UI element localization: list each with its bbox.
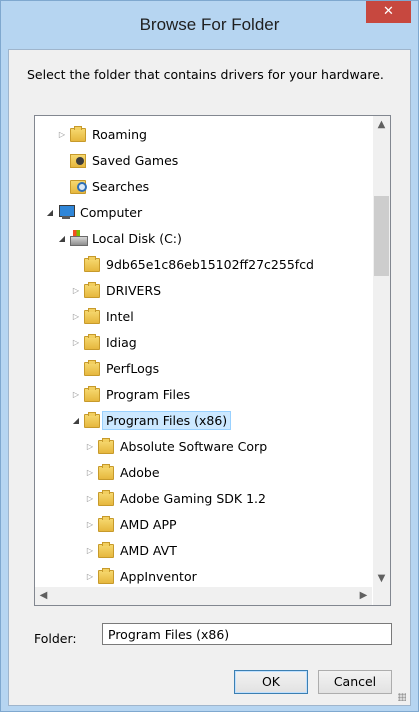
folder-icon	[97, 568, 115, 584]
cancel-button[interactable]: Cancel	[318, 670, 392, 694]
collapse-arrow-icon[interactable]: ◢	[71, 415, 81, 425]
expand-arrow-icon[interactable]: ▷	[85, 519, 95, 529]
tree-item-label: Adobe Gaming SDK 1.2	[120, 490, 266, 506]
tree-item-label: Roaming	[92, 126, 147, 142]
tree-item-label: Program Files	[106, 386, 191, 402]
tree-item-label: Local Disk (C:)	[92, 230, 182, 246]
tree-item-roaming[interactable]: ▷ Roaming	[57, 123, 147, 145]
tree-item-appinventor[interactable]: ▷ AppInventor	[85, 565, 197, 587]
expand-arrow-icon[interactable]: ▷	[71, 337, 81, 347]
expand-arrow-icon[interactable]: ▷	[85, 441, 95, 451]
tree-item-idiag[interactable]: ▷ Idiag	[71, 331, 137, 353]
ok-button[interactable]: OK	[234, 670, 308, 694]
collapse-arrow-icon[interactable]: ◢	[45, 207, 55, 217]
folder-icon	[97, 438, 115, 454]
tree-item-saved-games[interactable]: Saved Games	[69, 149, 178, 171]
tree-item-absolute-software-corp[interactable]: ▷ Absolute Software Corp	[85, 435, 267, 457]
folder-icon	[97, 542, 115, 558]
folder-icon	[83, 256, 101, 272]
tree-item-adobe[interactable]: ▷ Adobe	[85, 461, 160, 483]
tree-item-adobe-gaming-sdk[interactable]: ▷ Adobe Gaming SDK 1.2	[85, 487, 266, 509]
vertical-scrollbar[interactable]: ▲ ▼	[373, 116, 390, 587]
tree-items: ▷ Roaming Saved Games Searches ◢ Compute…	[35, 116, 372, 587]
expand-arrow-icon[interactable]: ▷	[85, 493, 95, 503]
tree-item-label: Searches	[92, 178, 150, 194]
folder-icon	[83, 412, 101, 428]
folder-icon	[83, 308, 101, 324]
folder-icon	[69, 126, 87, 142]
browse-for-folder-dialog: Browse For Folder ✕ Select the folder th…	[0, 0, 419, 712]
dialog-title: Browse For Folder	[139, 15, 280, 34]
folder-icon	[83, 360, 101, 376]
folder-icon	[97, 464, 115, 480]
tree-item-label: PerfLogs	[106, 360, 160, 376]
tree-item-label: Intel	[106, 308, 134, 324]
disk-icon	[69, 230, 88, 246]
horizontal-scrollbar[interactable]: ◀ ▶	[35, 587, 372, 605]
tree-item-label: DRIVERS	[106, 282, 162, 298]
tree-item-amd-app[interactable]: ▷ AMD APP	[85, 513, 177, 535]
folder-tree[interactable]: ▷ Roaming Saved Games Searches ◢ Compute…	[34, 115, 391, 606]
scroll-right-arrow-icon[interactable]: ▶	[355, 587, 372, 605]
folder-icon	[83, 386, 101, 402]
tree-item-label: Computer	[80, 204, 143, 220]
tree-item-label: 9db65e1c86eb15102ff27c255fcd	[106, 256, 314, 272]
tree-item-computer[interactable]: ◢ Computer	[45, 201, 142, 223]
tree-item-program-files-x86[interactable]: ◢ Program Files (x86)	[71, 409, 232, 431]
title-bar[interactable]: Browse For Folder ✕	[1, 1, 418, 49]
expand-arrow-icon[interactable]: ▷	[57, 129, 67, 139]
scrollbar-corner	[373, 587, 390, 605]
folder-icon	[83, 282, 101, 298]
scroll-up-arrow-icon[interactable]: ▲	[373, 116, 390, 133]
tree-item-label: Idiag	[106, 334, 137, 350]
expand-arrow-icon[interactable]: ▷	[85, 545, 95, 555]
tree-item-label: Saved Games	[92, 152, 179, 168]
tree-item-label: AppInventor	[120, 568, 197, 584]
tree-item-intel[interactable]: ▷ Intel	[71, 305, 134, 327]
tree-item-local-disk[interactable]: ◢ Local Disk (C:)	[57, 227, 182, 249]
expand-arrow-icon[interactable]: ▷	[71, 389, 81, 399]
expand-arrow-icon[interactable]: ▷	[85, 571, 95, 581]
expand-arrow-icon[interactable]: ▷	[71, 311, 81, 321]
folder-icon	[97, 516, 115, 532]
scroll-down-arrow-icon[interactable]: ▼	[373, 570, 390, 587]
tree-item-drivers[interactable]: ▷ DRIVERS	[71, 279, 161, 301]
tree-item-label: Program Files (x86)	[102, 410, 232, 430]
expand-arrow-icon[interactable]: ▷	[85, 467, 95, 477]
folder-icon	[97, 490, 115, 506]
tree-item-folder[interactable]: 9db65e1c86eb15102ff27c255fcd	[83, 253, 314, 275]
collapse-arrow-icon[interactable]: ◢	[57, 233, 67, 243]
tree-item-program-files[interactable]: ▷ Program Files	[71, 383, 190, 405]
tree-item-label: AMD AVT	[120, 542, 177, 558]
tree-item-label: AMD APP	[120, 516, 177, 532]
instruction-text: Select the folder that contains drivers …	[27, 67, 384, 82]
tree-item-amd-avt[interactable]: ▷ AMD AVT	[85, 539, 177, 561]
folder-input[interactable]	[102, 623, 392, 645]
scroll-left-arrow-icon[interactable]: ◀	[35, 587, 52, 605]
folder-label: Folder:	[34, 631, 77, 646]
tree-item-searches[interactable]: Searches	[69, 175, 149, 197]
searches-folder-icon	[69, 178, 87, 194]
close-button[interactable]: ✕	[366, 1, 411, 23]
saved-games-folder-icon	[69, 152, 87, 168]
resize-grip-icon[interactable]	[398, 693, 406, 701]
expand-arrow-icon[interactable]: ▷	[71, 285, 81, 295]
folder-icon	[83, 334, 101, 350]
tree-item-label: Adobe	[120, 464, 160, 480]
vertical-scroll-thumb[interactable]	[374, 196, 389, 276]
computer-icon	[57, 204, 75, 220]
tree-item-label: Absolute Software Corp	[120, 438, 268, 454]
tree-item-perflogs[interactable]: PerfLogs	[83, 357, 159, 379]
